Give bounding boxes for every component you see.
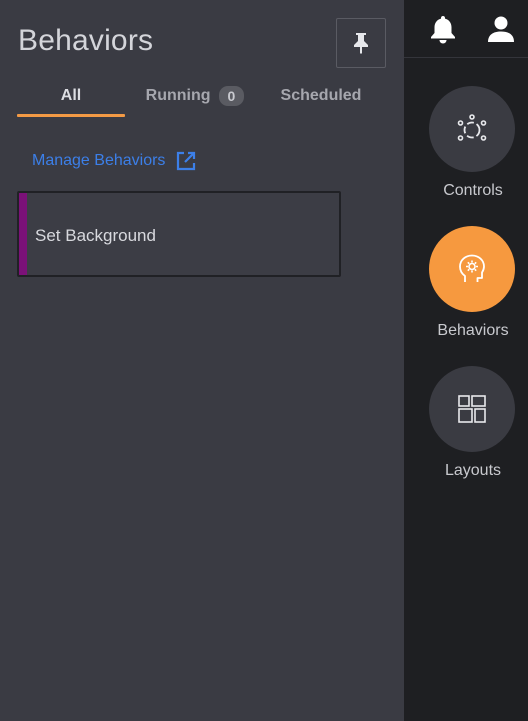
tab-scheduled-label: Scheduled [280, 87, 362, 104]
notifications-button[interactable] [428, 14, 458, 44]
behavior-card-label: Set Background [35, 226, 156, 245]
rail-item-behaviors[interactable]: Behaviors [404, 226, 528, 346]
tab-running-label: Running [145, 87, 211, 104]
controls-circle [429, 86, 515, 172]
tab-running[interactable]: Running 0 [139, 76, 251, 116]
behavior-color-stripe [19, 193, 27, 275]
bell-icon [431, 16, 455, 44]
active-tab-indicator [17, 114, 125, 117]
controls-icon [457, 114, 487, 141]
behaviors-panel: Behaviors All Running 0 Scheduled Manage… [0, 0, 404, 721]
behaviors-icon [459, 254, 485, 282]
top-bar [404, 0, 528, 58]
tab-all-label: All [60, 87, 82, 104]
layouts-circle [429, 366, 515, 452]
behavior-tabs: All Running 0 Scheduled [17, 76, 387, 118]
rail-label-layouts: Layouts [444, 462, 502, 479]
tab-all[interactable]: All [17, 76, 125, 116]
pin-button[interactable] [336, 18, 386, 68]
layouts-icon [458, 395, 486, 423]
manage-behaviors-link[interactable]: Manage Behaviors [32, 150, 197, 172]
behaviors-circle [429, 226, 515, 312]
behavior-card-set-background[interactable]: Set Background [17, 191, 341, 277]
rail-label-behaviors: Behaviors [437, 322, 509, 339]
user-icon [488, 16, 514, 42]
rail-item-layouts[interactable]: Layouts [404, 366, 528, 486]
rail-item-controls[interactable]: Controls [404, 86, 528, 206]
manage-behaviors-label: Manage Behaviors [32, 152, 166, 169]
navigation-rail: Controls Behaviors Layouts [404, 58, 528, 721]
external-link-icon [177, 151, 196, 171]
tab-scheduled[interactable]: Scheduled [273, 76, 369, 116]
account-button[interactable] [486, 14, 516, 44]
pin-icon [354, 33, 368, 54]
panel-title: Behaviors [18, 24, 154, 57]
running-count-badge: 0 [218, 86, 245, 106]
rail-label-controls: Controls [443, 182, 503, 199]
